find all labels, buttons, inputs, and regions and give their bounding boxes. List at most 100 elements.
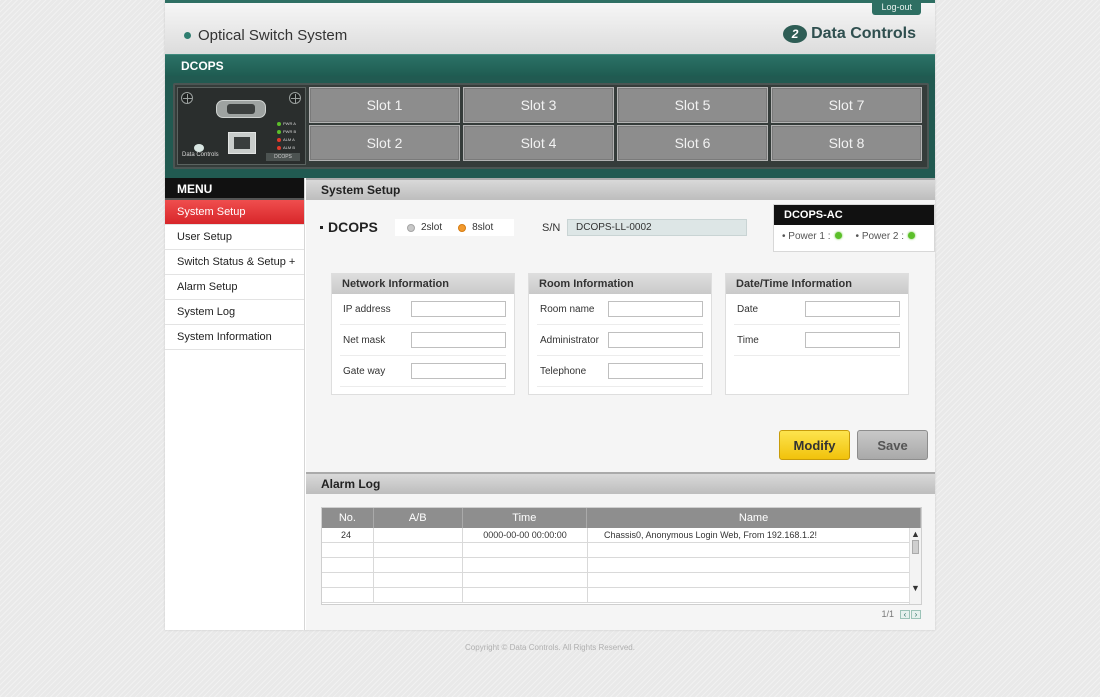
modify-button[interactable]: Modify: [779, 430, 850, 460]
administrator-input[interactable]: [608, 332, 703, 348]
telephone-input[interactable]: [608, 363, 703, 379]
menu-title: MENU: [165, 178, 304, 200]
menu-item-system-information[interactable]: System Information: [165, 325, 304, 350]
table-row: [322, 558, 921, 573]
power-2-status: • Power 2 :: [856, 231, 916, 242]
slot-8-button[interactable]: Slot 8: [771, 125, 922, 161]
next-page-icon[interactable]: ›: [911, 609, 921, 619]
screw-icon: [289, 92, 301, 104]
menu-item-switch-status[interactable]: Switch Status & Setup +: [165, 250, 304, 275]
alarm-log-table: No. A/B Time Name 24 0000-00-00 00:00:00…: [321, 507, 922, 605]
status-leds: PWR A PWR B ALM A ALM B: [277, 120, 296, 152]
sn-field: DCOPS-LL-0002: [567, 219, 747, 236]
power-1-led-icon: [834, 232, 842, 239]
ip-address-input[interactable]: [411, 301, 506, 317]
device-bar: DCOPS PWR A PWR B ALM A ALM B Data Contr…: [165, 54, 935, 178]
table-row[interactable]: 24 0000-00-00 00:00:00 Chassis0, Anonymo…: [322, 528, 921, 543]
app-title-text: Optical Switch System: [198, 27, 348, 44]
scroll-thumb[interactable]: [912, 540, 919, 554]
radio-8slot-label: 8slot: [472, 222, 494, 233]
app-frame: Log-out Optical Switch System 2 Data Con…: [165, 0, 935, 630]
brand-name: Data Controls: [811, 25, 916, 42]
module-tag: DCOPS: [266, 153, 300, 161]
module-logo-icon: [194, 144, 204, 152]
brand-logo: 2 Data Controls: [783, 25, 916, 43]
main-content: System Setup DCOPS 2slot 8slot S/N DCOPS…: [306, 178, 935, 630]
copyright: Copyright © Data Controls. All Rights Re…: [465, 643, 635, 652]
col-ab: A/B: [374, 508, 463, 528]
scroll-up-icon[interactable]: ▲: [910, 528, 921, 540]
device-name: DCOPS: [320, 219, 378, 235]
radio-2slot[interactable]: [407, 223, 415, 232]
header: Log-out Optical Switch System 2 Data Con…: [165, 0, 935, 54]
module-brand: Data Controls: [182, 152, 219, 158]
scroll-down-icon[interactable]: ▼: [910, 582, 921, 594]
table-row: [322, 588, 921, 603]
power-2-led-icon: [908, 232, 916, 239]
col-name: Name: [587, 508, 921, 528]
datetime-info-title: Date/Time Information: [726, 274, 908, 294]
gateway-input[interactable]: [411, 363, 506, 379]
led-pwr-b: PWR B: [277, 128, 296, 136]
room-info-panel: Room Information Room name Administrator…: [528, 273, 712, 395]
led-alm-b: ALM B: [277, 144, 296, 152]
save-button[interactable]: Save: [857, 430, 928, 460]
led-alm-a: ALM A: [277, 136, 296, 144]
menu-item-system-setup[interactable]: System Setup: [165, 200, 304, 225]
time-input[interactable]: [805, 332, 900, 348]
datetime-info-panel: Date/Time Information Date Time: [725, 273, 909, 395]
sidebar-menu: MENU System Setup User Setup Switch Stat…: [165, 178, 305, 630]
time-row: Time: [734, 325, 900, 356]
chassis-panel: PWR A PWR B ALM A ALM B Data Controls DC…: [173, 83, 929, 169]
menu-item-system-log[interactable]: System Log: [165, 300, 304, 325]
alarm-table-body: 24 0000-00-00 00:00:00 Chassis0, Anonymo…: [322, 528, 921, 603]
power-row: • Power 1 : • Power 2 :: [774, 225, 934, 242]
radio-8slot[interactable]: [458, 223, 467, 232]
slot-3-button[interactable]: Slot 3: [463, 87, 614, 123]
bullet-icon: [320, 225, 323, 229]
room-name-row: Room name: [537, 294, 703, 325]
room-info-title: Room Information: [529, 274, 711, 294]
col-no: No.: [322, 508, 374, 528]
prev-page-icon[interactable]: ‹: [900, 609, 910, 619]
system-setup-header: System Setup: [306, 178, 935, 200]
screw-icon: [181, 92, 193, 104]
slot-4-button[interactable]: Slot 4: [463, 125, 614, 161]
sn-label: S/N: [542, 222, 561, 234]
power-1-status: • Power 1 :: [782, 231, 842, 242]
controller-module[interactable]: PWR A PWR B ALM A ALM B Data Controls DC…: [177, 87, 306, 165]
slot-2-button[interactable]: Slot 2: [309, 125, 460, 161]
title-bullet-icon: [184, 32, 191, 39]
net-mask-row: Net mask: [340, 325, 506, 356]
table-row: [322, 543, 921, 558]
slot-type-options: 2slot 8slot: [395, 219, 514, 236]
alarm-scrollbar[interactable]: ▲ ▼: [909, 528, 921, 604]
net-mask-input[interactable]: [411, 332, 506, 348]
slot-7-button[interactable]: Slot 7: [771, 87, 922, 123]
ip-address-row: IP address: [340, 294, 506, 325]
alarm-log-header: Alarm Log: [306, 472, 935, 494]
led-pwr-a: PWR A: [277, 120, 296, 128]
slot-6-button[interactable]: Slot 6: [617, 125, 768, 161]
slot-1-button[interactable]: Slot 1: [309, 87, 460, 123]
serial-port-icon: [216, 100, 266, 118]
network-info-panel: Network Information IP address Net mask …: [331, 273, 515, 395]
alarm-table-header: No. A/B Time Name: [322, 508, 921, 528]
telephone-row: Telephone: [537, 356, 703, 387]
device-title: DCOPS: [165, 54, 935, 76]
date-input[interactable]: [805, 301, 900, 317]
radio-2slot-label: 2slot: [421, 222, 443, 233]
ethernet-port-icon: [228, 132, 256, 154]
logout-button[interactable]: Log-out: [872, 0, 921, 15]
date-row: Date: [734, 294, 900, 325]
gateway-row: Gate way: [340, 356, 506, 387]
power-title: DCOPS-AC: [774, 205, 934, 225]
menu-item-alarm-setup[interactable]: Alarm Setup: [165, 275, 304, 300]
slot-5-button[interactable]: Slot 5: [617, 87, 768, 123]
room-name-input[interactable]: [608, 301, 703, 317]
slot-grid: Slot 1 Slot 3 Slot 5 Slot 7 Slot 2 Slot …: [309, 87, 925, 165]
table-row: [322, 573, 921, 588]
col-time: Time: [463, 508, 588, 528]
menu-item-user-setup[interactable]: User Setup: [165, 225, 304, 250]
power-status-box: DCOPS-AC • Power 1 : • Power 2 :: [773, 204, 935, 252]
